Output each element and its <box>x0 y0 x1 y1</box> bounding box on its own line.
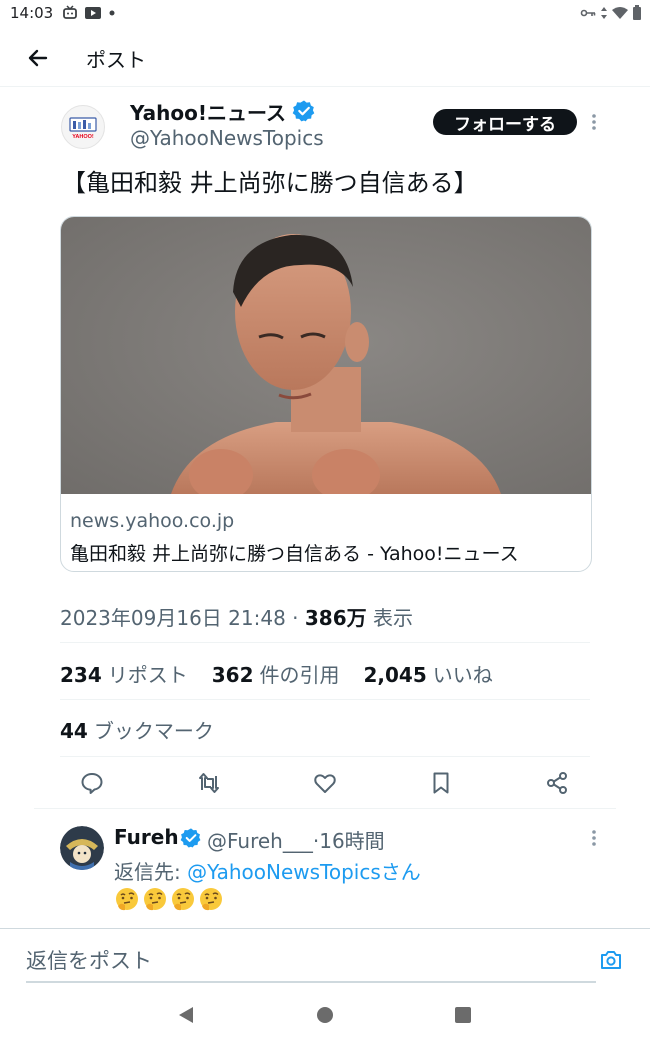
thinking-face-icon <box>172 888 194 911</box>
divider <box>60 699 590 700</box>
reply-to-mention[interactable]: @YahooNewsTopicsさん <box>187 860 421 884</box>
reply-time: ·16時間 <box>312 829 385 853</box>
reply-author-avatar[interactable] <box>60 826 104 870</box>
reply-to-line: 返信先: @YahooNewsTopicsさん <box>114 856 421 885</box>
bookmark-icon[interactable] <box>428 770 454 796</box>
quotes-stat[interactable]: 362 件の引用 <box>212 659 340 688</box>
like-heart-icon[interactable] <box>312 770 338 796</box>
back-arrow-icon <box>28 49 48 67</box>
author-handle[interactable]: @YahooNewsTopics <box>130 126 324 150</box>
divider <box>60 642 590 643</box>
share-icon[interactable] <box>544 770 570 796</box>
page-title: ポスト <box>86 48 146 72</box>
nav-recents-icon[interactable] <box>454 1006 472 1024</box>
data-transfer-icon <box>601 7 607 19</box>
system-navigation-bar <box>0 992 650 1040</box>
input-underline <box>26 981 596 983</box>
views-count: 386万 <box>304 606 367 630</box>
thinking-face-icon <box>116 888 138 911</box>
svg-text:YAHOO!: YAHOO! <box>72 134 94 140</box>
author-name[interactable]: Yahoo!ニュース <box>130 97 286 126</box>
yahoo-news-logo: YAHOO! <box>69 117 97 140</box>
quotes-count: 362 <box>211 663 254 687</box>
card-photo-boxer <box>61 217 591 494</box>
reposts-label: リポスト <box>107 663 188 687</box>
vpn-key-icon <box>580 9 596 17</box>
follow-button[interactable]: フォローする <box>433 109 577 135</box>
nav-back-icon[interactable] <box>177 1006 195 1024</box>
wifi-icon <box>612 7 628 19</box>
thinking-face-icon <box>144 888 166 911</box>
more-notifications-dot-icon <box>109 10 115 16</box>
reply-to-prefix: 返信先: <box>114 860 188 884</box>
card-title: 亀田和毅 井上尚弥に勝つ自信ある - Yahoo!ニュース <box>70 543 519 565</box>
post-action-bar <box>60 766 590 802</box>
verified-badge-icon <box>292 100 315 122</box>
post-text: 【亀田和毅 井上尚弥に勝つ自信ある】 <box>62 169 478 197</box>
likes-count: 2,045 <box>363 663 427 687</box>
reply-composer <box>0 928 650 989</box>
reposts-stat[interactable]: 234 リポスト <box>60 659 188 688</box>
views-label: 表示 <box>366 606 413 630</box>
bookmarks-label: ブックマーク <box>93 719 214 743</box>
reply-handle-time: @Fureh___·16時間 <box>207 825 385 854</box>
engagement-stats: 234 リポスト 362 件の引用 2,045 いいね <box>60 659 493 688</box>
reposts-count: 234 <box>60 663 102 687</box>
divider <box>34 808 616 809</box>
reply-avatar-image <box>60 826 104 870</box>
thinking-face-icon <box>200 888 222 911</box>
link-card[interactable]: news.yahoo.co.jp 亀田和毅 井上尚弥に勝つ自信ある - Yaho… <box>60 216 592 572</box>
card-domain: news.yahoo.co.jp <box>70 510 235 532</box>
bookmarks-count: 44 <box>60 719 88 743</box>
system-status-icons <box>580 5 642 21</box>
post-timestamp[interactable]: 2023年09月16日 21:48 · <box>60 606 305 630</box>
likes-stat[interactable]: 2,045 いいね <box>364 659 493 688</box>
reply-icon[interactable] <box>79 770 105 796</box>
top-app-bar: ポスト <box>0 30 650 87</box>
reply-author-handle[interactable]: @Fureh___ <box>207 829 313 853</box>
repost-icon[interactable] <box>196 770 222 796</box>
likes-label: いいね <box>432 663 493 687</box>
battery-icon <box>633 5 641 20</box>
reply-more-options-icon[interactable] <box>590 828 598 848</box>
author-avatar[interactable]: YAHOO! <box>61 105 105 149</box>
status-time: 14:03 <box>10 4 54 22</box>
reply-input[interactable] <box>26 945 586 977</box>
bookmarks-stat[interactable]: 44 ブックマーク <box>60 715 214 744</box>
video-notification-icon <box>85 7 101 19</box>
post-timestamp-views: 2023年09月16日 21:48 · 386万 表示 <box>60 602 413 631</box>
quotes-label: 件の引用 <box>259 663 340 687</box>
divider <box>60 756 590 757</box>
tv-notification-icon <box>63 5 77 19</box>
verified-badge-icon <box>180 828 201 848</box>
post-more-options-icon[interactable] <box>590 112 598 132</box>
nav-home-icon[interactable] <box>316 1006 334 1024</box>
reply-emoji-text <box>114 886 224 912</box>
reply-author-name[interactable]: Fureh <box>114 825 179 849</box>
notification-icons <box>62 5 116 21</box>
back-button[interactable] <box>22 44 54 72</box>
camera-icon[interactable] <box>599 949 623 971</box>
status-bar: 14:03 <box>0 0 650 28</box>
